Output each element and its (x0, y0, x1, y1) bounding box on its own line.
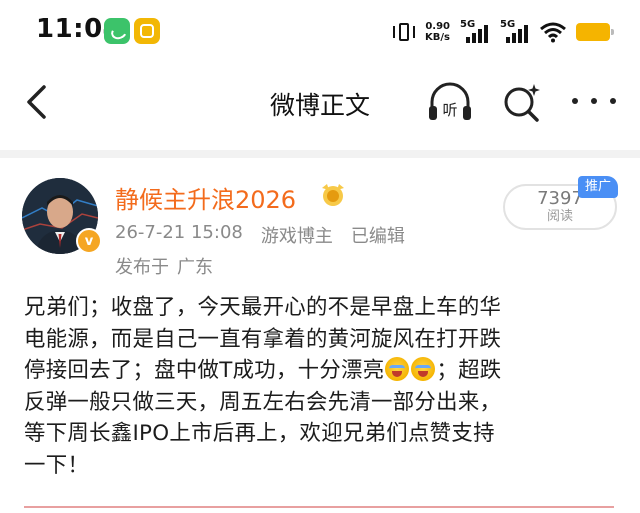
location-prefix: 发布于 (115, 257, 169, 278)
signal-icon: 5G (500, 19, 530, 45)
content-line: 反弹一般只做三天，周五左右会先清一部分出来， (24, 389, 502, 415)
wechat-notification-icon (104, 18, 130, 44)
net-speed-value: 0.90 (425, 21, 450, 32)
crying-laughing-emoji-icon (411, 357, 436, 381)
promo-tag[interactable]: 推广 (578, 176, 619, 198)
net-speed: 0.90 KB/s (425, 21, 450, 43)
wifi-icon (540, 22, 566, 43)
page-title: 微博正文 (269, 91, 370, 120)
post-meta: 26-7-21 15:08 游戏博主 已编辑 (115, 222, 405, 248)
content-line: 等下周长鑫IPO上市后再上，欢迎兄弟们点赞支持 (24, 421, 495, 446)
reads-label: 阅读 (546, 209, 573, 224)
edited-label: 已编辑 (350, 226, 405, 247)
content-line: 一下！ (24, 452, 90, 478)
signal-icon: 5G (460, 19, 490, 45)
net-speed-unit: KB/s (425, 32, 450, 43)
ai-search-icon[interactable] (500, 80, 544, 124)
post-content: 兄弟们；收盘了，今天最开心的不是早盘上车的华 电能源，而是自己一直有拿着的黄河旋… (24, 292, 624, 481)
post-date: 26-7-21 15:08 (115, 222, 243, 243)
vibrate-icon (393, 21, 416, 43)
headphones-icon[interactable]: 听 (426, 80, 474, 124)
verified-badge-icon: v (76, 228, 102, 254)
content-line-with-emoji: 停接回去了；盘中做T成功，十分漂亮 ；超跌 (24, 357, 502, 383)
app-notification-icon (134, 18, 160, 44)
bottom-divider (24, 506, 614, 508)
user-role: 游戏博主 (260, 226, 333, 247)
content-line: 电能源，而是自己一直有拿着的黄河旋风在打开跌 (24, 326, 502, 352)
back-arrow-icon[interactable] (22, 84, 52, 120)
post-location: 发布于 广东 (115, 253, 213, 279)
content-line: 兄弟们；收盘了，今天最开心的不是早盘上车的华 (24, 295, 502, 320)
crying-laughing-emoji-icon (385, 357, 410, 381)
status-icons: 0.90 KB/s 5G 5G (393, 16, 614, 48)
section-divider (0, 150, 640, 158)
nav-bar: 微博正文 听 (0, 64, 640, 140)
username[interactable]: 静候主升浪2026 (115, 180, 296, 215)
user-medal-icon (322, 184, 344, 206)
battery-icon (576, 23, 614, 41)
listen-label: 听 (442, 101, 457, 119)
status-bar: 11:04 0.90 KB/s 5G 5G (0, 0, 640, 64)
location-value: 广东 (177, 257, 213, 278)
more-dots-icon[interactable] (572, 86, 616, 116)
